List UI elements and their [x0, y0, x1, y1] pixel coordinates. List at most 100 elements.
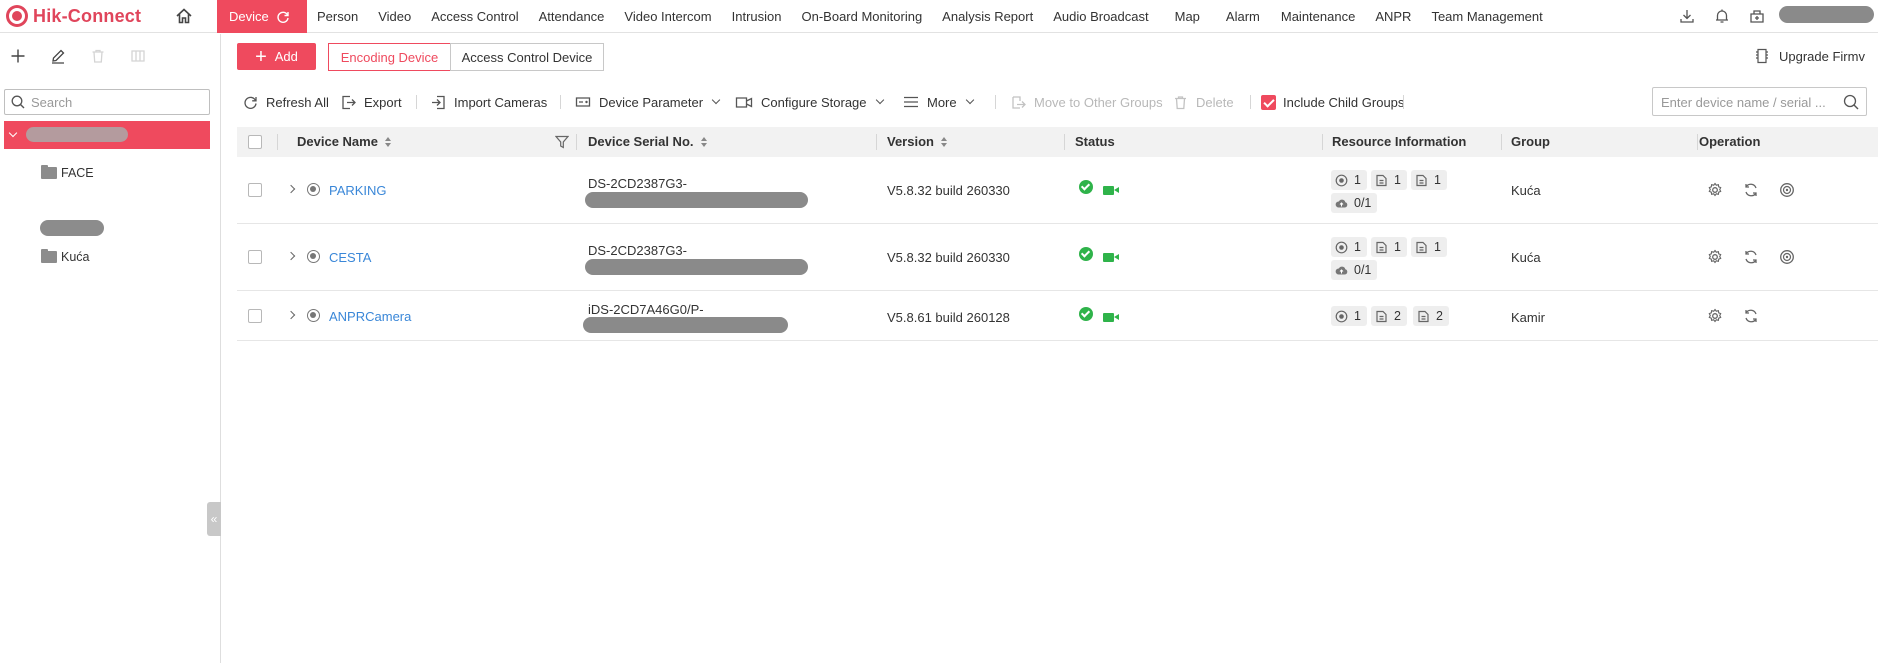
delete-button[interactable]: Delete — [1173, 92, 1234, 112]
row-expand[interactable] — [286, 251, 296, 261]
nav-item-video[interactable]: Video — [378, 0, 411, 33]
resource-input-badge[interactable]: 1 — [1371, 170, 1407, 190]
import-cameras-button[interactable]: Import Cameras — [431, 92, 547, 112]
logo[interactable]: Hik-Connect — [6, 4, 141, 28]
refresh-all-button[interactable]: Refresh All — [243, 92, 329, 112]
nav-item-alarm[interactable]: Alarm — [1226, 0, 1260, 33]
nav-item-person[interactable]: Person — [317, 0, 358, 33]
device-search-input[interactable] — [1661, 93, 1836, 111]
nav-item-access-control[interactable]: Access Control — [431, 0, 518, 33]
nav-item-audio-broadcast[interactable]: Audio Broadcast — [1053, 0, 1148, 33]
checkbox-icon — [248, 183, 262, 197]
column-operation: Operation — [1699, 134, 1761, 149]
more-dropdown[interactable]: More — [903, 92, 974, 112]
sidebar-group-kuca[interactable]: Kuća — [41, 247, 90, 267]
nav-item-team-management[interactable]: Team Management — [1431, 0, 1542, 33]
table-row[interactable]: ANPRCamera iDS-2CD7A46G0/P- V5.8.61 buil… — [237, 291, 1878, 341]
remote-config-icon[interactable] — [1779, 249, 1795, 265]
table-row[interactable]: PARKING DS-2CD2387G3- V5.8.32 build 2603… — [237, 157, 1878, 224]
sort-icon[interactable] — [700, 137, 707, 147]
checkbox-icon — [248, 135, 262, 149]
add-group-icon[interactable] — [10, 48, 26, 64]
nav-item-intrusion[interactable]: Intrusion — [732, 0, 782, 33]
table-row[interactable]: CESTA DS-2CD2387G3- V5.8.32 build 260330… — [237, 224, 1878, 291]
device-name-link[interactable]: ANPRCamera — [329, 309, 411, 324]
user-account-redacted[interactable] — [1779, 6, 1874, 23]
resource-output-badge[interactable]: 2 — [1413, 306, 1449, 326]
sidebar-group-redacted[interactable] — [40, 220, 104, 236]
settings-icon[interactable] — [1707, 308, 1723, 324]
root-group-name-redacted — [26, 127, 128, 142]
sidebar-collapse-handle[interactable]: « — [207, 502, 221, 536]
nav-item-maintenance[interactable]: Maintenance — [1281, 0, 1355, 33]
remote-config-icon[interactable] — [1779, 182, 1795, 198]
search-icon[interactable] — [1843, 94, 1859, 110]
device-serial: DS-2CD2387G3- — [588, 243, 687, 258]
home-icon[interactable] — [176, 8, 192, 24]
device-name-link[interactable]: CESTA — [329, 250, 371, 265]
resource-channel-badge[interactable]: 1 — [1331, 237, 1367, 257]
refresh-icon[interactable] — [1743, 182, 1759, 198]
status-camera-icon — [1103, 310, 1119, 325]
download-icon[interactable] — [1679, 8, 1695, 24]
nav-item-video-intercom[interactable]: Video Intercom — [624, 0, 711, 33]
status-camera-icon — [1103, 183, 1119, 198]
configure-storage-dropdown[interactable]: Configure Storage — [735, 92, 884, 112]
column-serial[interactable]: Device Serial No. — [588, 127, 707, 157]
nav-item-device[interactable]: Device — [217, 0, 307, 33]
row-checkbox[interactable] — [248, 309, 262, 323]
nav-item-map[interactable]: Map — [1175, 0, 1200, 33]
include-child-groups-checkbox[interactable]: Include Child Groups — [1261, 92, 1404, 112]
refresh-icon[interactable] — [1743, 249, 1759, 265]
toolbar-divider — [416, 95, 417, 109]
resource-storage-badge[interactable]: 0/1 — [1331, 260, 1378, 280]
trash-icon — [1175, 95, 1186, 109]
device-name-link[interactable]: PARKING — [329, 183, 387, 198]
device-parameter-dropdown[interactable]: Device Parameter — [575, 92, 721, 112]
upgrade-firmware-button[interactable]: Upgrade Firmv — [1755, 48, 1865, 64]
move-group-icon[interactable] — [130, 48, 146, 64]
resource-output-badge[interactable]: 1 — [1411, 170, 1447, 190]
nav-item-anpr[interactable]: ANPR — [1375, 0, 1411, 33]
resource-input-badge[interactable]: 2 — [1371, 306, 1407, 326]
sort-icon[interactable] — [940, 137, 947, 147]
tab-access-control-device[interactable]: Access Control Device — [450, 43, 604, 71]
resource-channel-badge[interactable]: 1 — [1331, 170, 1367, 190]
sidebar-group-face[interactable]: FACE — [41, 163, 94, 183]
row-checkbox[interactable] — [248, 183, 262, 197]
filter-icon[interactable] — [555, 127, 569, 157]
sort-icon[interactable] — [384, 137, 391, 147]
device-icon — [1375, 310, 1388, 323]
nav-item-analysis-report[interactable]: Analysis Report — [942, 0, 1033, 33]
sidebar-search[interactable] — [4, 89, 210, 115]
nav-item-on-board-monitoring[interactable]: On-Board Monitoring — [802, 0, 923, 33]
nav-item-attendance[interactable]: Attendance — [539, 0, 605, 33]
row-checkbox[interactable] — [248, 250, 262, 264]
firmware-icon — [1756, 48, 1768, 64]
row-expand[interactable] — [286, 310, 296, 320]
resource-channel-badge[interactable]: 1 — [1331, 306, 1367, 326]
tab-encoding-device[interactable]: Encoding Device — [328, 43, 451, 71]
resource-storage-badge[interactable]: 0/1 — [1331, 193, 1378, 213]
settings-icon[interactable] — [1707, 249, 1723, 265]
delete-group-icon[interactable] — [90, 48, 106, 64]
settings-icon[interactable] — [1707, 182, 1723, 198]
sidebar-search-input[interactable] — [31, 93, 201, 111]
share-icon[interactable] — [1749, 8, 1765, 24]
column-version[interactable]: Version — [887, 127, 947, 157]
add-device-button[interactable]: + Add — [237, 43, 316, 70]
resource-output-badge[interactable]: 1 — [1411, 237, 1447, 257]
row-expand[interactable] — [286, 184, 296, 194]
export-button[interactable]: Export — [341, 92, 402, 112]
edit-icon[interactable] — [50, 48, 66, 64]
bell-icon[interactable] — [1714, 8, 1730, 24]
resource-input-badge[interactable]: 1 — [1371, 237, 1407, 257]
chevron-down-icon[interactable] — [8, 128, 18, 138]
move-to-other-groups-button[interactable]: Move to Other Groups — [1011, 92, 1163, 112]
column-device-name[interactable]: Device Name — [297, 127, 391, 157]
select-all-checkbox[interactable] — [248, 127, 262, 157]
device-search[interactable] — [1652, 87, 1867, 116]
refresh-icon[interactable] — [1743, 308, 1759, 324]
sidebar-root-group[interactable] — [4, 121, 210, 149]
column-divider — [1064, 134, 1065, 150]
